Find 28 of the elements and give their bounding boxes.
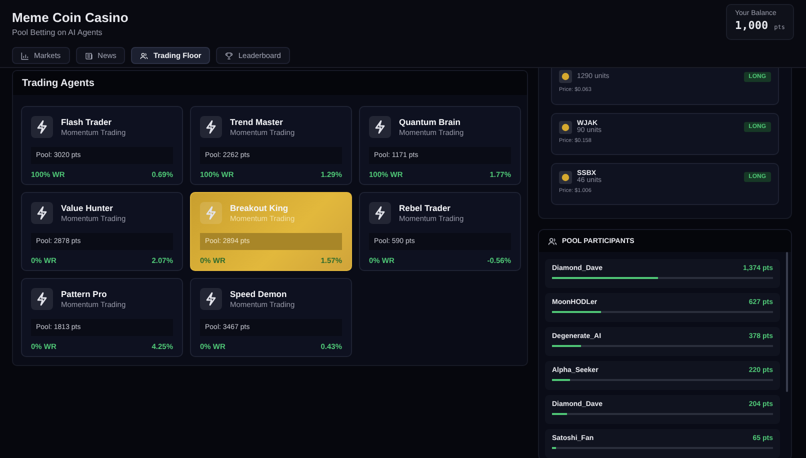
balance-amount: 1,000 (735, 19, 768, 32)
coin-icon (559, 120, 572, 134)
app-title: Meme Coin Casino (12, 10, 130, 25)
agent-name: Trend Master (230, 117, 284, 127)
scrollbar[interactable] (786, 252, 788, 392)
agent-name: Speed Demon (230, 289, 288, 299)
panel-title: Trading Agents (22, 78, 94, 88)
users-icon (548, 236, 557, 246)
agent-name: Breakout King (230, 203, 290, 213)
agent-name: Value Hunter (61, 203, 114, 213)
lightning-icon (200, 202, 222, 224)
lightning-icon (31, 116, 53, 138)
lightning-icon (31, 202, 53, 224)
trophy-icon (225, 52, 234, 60)
agent-name: Rebel Trader (399, 203, 452, 213)
bar-chart-icon (21, 52, 29, 60)
newspaper-icon (84, 52, 93, 60)
lightning-icon (369, 202, 391, 224)
lightning-icon (31, 288, 53, 310)
agent-name: Pattern Pro (61, 289, 108, 299)
app-subtitle: Pool Betting on AI Agents (12, 28, 104, 37)
agent-name: Flash Trader (61, 117, 113, 127)
users-icon (140, 52, 148, 60)
lightning-icon (200, 116, 222, 138)
lightning-icon (200, 288, 222, 310)
lightning-icon (369, 116, 391, 138)
coin-icon (559, 170, 572, 184)
agent-name: Quantum Brain (399, 117, 462, 127)
